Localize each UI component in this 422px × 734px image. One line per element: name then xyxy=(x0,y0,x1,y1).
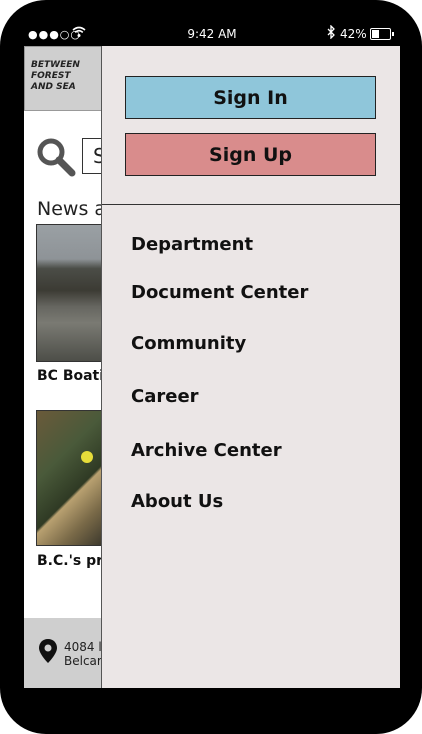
news-image[interactable] xyxy=(36,224,102,362)
menu-item-career[interactable]: Career xyxy=(131,386,199,407)
logo-line: AND SEA xyxy=(31,82,76,92)
battery-icon xyxy=(370,28,394,40)
map-pin-icon xyxy=(39,639,57,663)
logo-line: FOREST xyxy=(31,71,71,81)
menu-item-document-center[interactable]: Document Center xyxy=(131,282,308,303)
side-drawer: Sign In Sign Up Department Document Cent… xyxy=(101,46,400,688)
sign-up-button[interactable]: Sign Up xyxy=(125,133,376,176)
news-heading: News a xyxy=(37,198,107,220)
screen: ●●●○○ 9:42 AM 42% BETWEEN FOREST AND SEA xyxy=(24,20,400,688)
menu-item-archive-center[interactable]: Archive Center xyxy=(131,440,282,461)
battery-fill xyxy=(372,30,380,38)
address-line: 4084 l xyxy=(64,640,102,654)
address-line: Belcar xyxy=(64,654,102,668)
search-icon[interactable] xyxy=(36,137,76,177)
battery-percent: 42% xyxy=(340,27,367,41)
site-logo[interactable]: BETWEEN FOREST AND SEA xyxy=(24,46,102,111)
battery-tip xyxy=(392,32,394,36)
sign-in-button[interactable]: Sign In xyxy=(125,76,376,119)
bluetooth-icon xyxy=(327,25,335,39)
menu-item-about-us[interactable]: About Us xyxy=(131,491,223,512)
logo-line: BETWEEN xyxy=(31,60,80,70)
status-bar: ●●●○○ 9:42 AM 42% xyxy=(24,20,400,46)
drawer-divider xyxy=(102,204,400,205)
menu-item-community[interactable]: Community xyxy=(131,333,246,354)
footer-address: 4084 l Belcar xyxy=(64,640,102,668)
phone-frame: ●●●○○ 9:42 AM 42% BETWEEN FOREST AND SEA xyxy=(0,0,422,734)
menu-item-department[interactable]: Department xyxy=(131,234,253,255)
lamp-graphic xyxy=(81,451,93,463)
news-image[interactable] xyxy=(36,410,102,546)
